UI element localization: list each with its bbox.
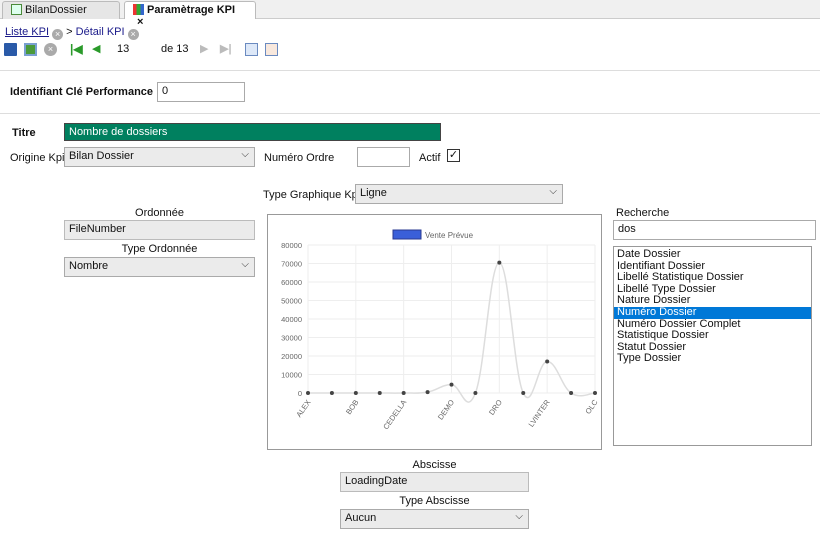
- grid-icon: [11, 4, 22, 15]
- type-ordonnee-label: Type Ordonnée: [121, 243, 198, 255]
- y-tick-label: 80000: [281, 241, 302, 250]
- tab-bilan-dossier[interactable]: BilanDossier: [2, 1, 120, 19]
- prev-icon[interactable]: ◀: [92, 42, 100, 55]
- data-point: [401, 391, 406, 395]
- list-item[interactable]: Type Dossier: [614, 353, 811, 365]
- titre-input[interactable]: Nombre de dossiers: [64, 123, 441, 141]
- save-icon[interactable]: [4, 43, 17, 56]
- numero-input[interactable]: [357, 147, 410, 167]
- y-tick-label: 0: [298, 389, 302, 398]
- chart-frame: [267, 214, 602, 450]
- breadcrumb: Liste KPI × > Détail KPI ×: [5, 26, 139, 40]
- close-icon[interactable]: ×: [127, 29, 139, 40]
- tab-label: Paramètrage KPI: [147, 4, 236, 16]
- list-item[interactable]: Statistique Dossier: [614, 330, 811, 342]
- divider: [0, 70, 820, 71]
- field-list[interactable]: Date Dossier Identifiant Dossier Libellé S…: [613, 246, 812, 446]
- id-input[interactable]: 0: [157, 82, 245, 102]
- current-record-input[interactable]: 13: [117, 43, 129, 55]
- origine-label: Origine Kpi: [10, 152, 65, 164]
- breadcrumb-liste-kpi[interactable]: Liste KPI: [5, 26, 49, 38]
- data-point: [377, 391, 382, 395]
- y-tick-label: 60000: [281, 278, 302, 287]
- titre-label: Titre: [12, 127, 36, 139]
- chevron-down-icon: ⌵: [515, 511, 523, 522]
- recherche-input[interactable]: dos: [613, 220, 816, 240]
- origine-value: Bilan Dossier: [69, 150, 134, 162]
- abscisse-input[interactable]: LoadingDate: [340, 472, 529, 492]
- chevron-down-icon: ⌵: [241, 259, 249, 270]
- tab-bar: [0, 0, 820, 19]
- actif-checkbox[interactable]: ✓: [447, 149, 460, 162]
- type-graph-select[interactable]: Ligne ⌵: [355, 184, 563, 204]
- data-point: [569, 391, 574, 395]
- actif-label: Actif: [419, 152, 441, 164]
- type-abscisse-select[interactable]: Aucun ⌵: [340, 509, 529, 529]
- data-point: [353, 391, 358, 395]
- record-count: de 13: [161, 43, 189, 55]
- data-point: [329, 391, 334, 395]
- y-tick-label: 30000: [281, 334, 302, 343]
- data-point: [473, 391, 478, 395]
- cancel-icon[interactable]: ×: [44, 43, 57, 56]
- y-tick-label: 50000: [281, 297, 302, 306]
- y-tick-label: 10000: [281, 371, 302, 380]
- list-item[interactable]: Date Dossier: [614, 248, 811, 261]
- type-graph-label: Type Graphique Kpi: [263, 189, 361, 201]
- ordonnee-input[interactable]: FileNumber: [64, 220, 255, 240]
- data-point: [306, 391, 310, 395]
- tab-label: BilanDossier: [25, 4, 87, 16]
- type-abscisse-value: Aucun: [345, 512, 377, 524]
- first-icon[interactable]: |◀: [70, 42, 83, 56]
- y-tick-label: 40000: [281, 315, 302, 324]
- tab-parametrage-kpi[interactable]: Paramètrage KPI ×: [124, 1, 256, 28]
- data-point: [425, 390, 430, 395]
- data-point: [497, 260, 502, 265]
- breadcrumb-detail-kpi[interactable]: Détail KPI: [76, 26, 125, 38]
- refresh-icon[interactable]: [24, 43, 37, 56]
- delete-record-icon[interactable]: [265, 43, 278, 56]
- data-point: [593, 391, 597, 395]
- ordonnee-label: Ordonnée: [135, 207, 184, 219]
- y-tick-label: 70000: [281, 260, 302, 269]
- list-item[interactable]: Numéro Dossier: [614, 306, 811, 319]
- recherche-label: Recherche: [616, 207, 670, 219]
- numero-label: Numéro Ordre: [264, 152, 335, 164]
- add-record-icon[interactable]: [245, 43, 258, 56]
- data-point: [545, 359, 550, 364]
- type-ordonnee-select[interactable]: Nombre ⌵: [64, 257, 255, 277]
- type-ordonnee-value: Nombre: [69, 260, 109, 272]
- data-point: [521, 391, 526, 395]
- abscisse-label: Abscisse: [412, 459, 457, 471]
- type-abscisse-label: Type Abscisse: [399, 495, 470, 507]
- last-icon[interactable]: ▶|: [220, 42, 232, 55]
- kpi-icon: [133, 4, 144, 15]
- divider: [0, 113, 820, 114]
- close-icon[interactable]: ×: [52, 29, 64, 40]
- legend-label: Vente Prévue: [425, 231, 474, 240]
- type-graph-value: Ligne: [360, 187, 387, 199]
- chevron-down-icon: ⌵: [241, 149, 249, 160]
- kpi-chart: Vente Prévue 80000 70000 60000 50000 40000 30…: [267, 214, 602, 450]
- origine-select[interactable]: Bilan Dossier ⌵: [64, 147, 255, 167]
- next-icon[interactable]: ▶: [200, 42, 208, 55]
- chevron-down-icon: ⌵: [549, 186, 557, 197]
- y-tick-label: 20000: [281, 352, 302, 361]
- legend-swatch: [392, 229, 422, 240]
- breadcrumb-separator: >: [66, 26, 73, 38]
- id-label: Identifiant Clé Performance: [10, 86, 154, 98]
- data-point: [449, 382, 454, 387]
